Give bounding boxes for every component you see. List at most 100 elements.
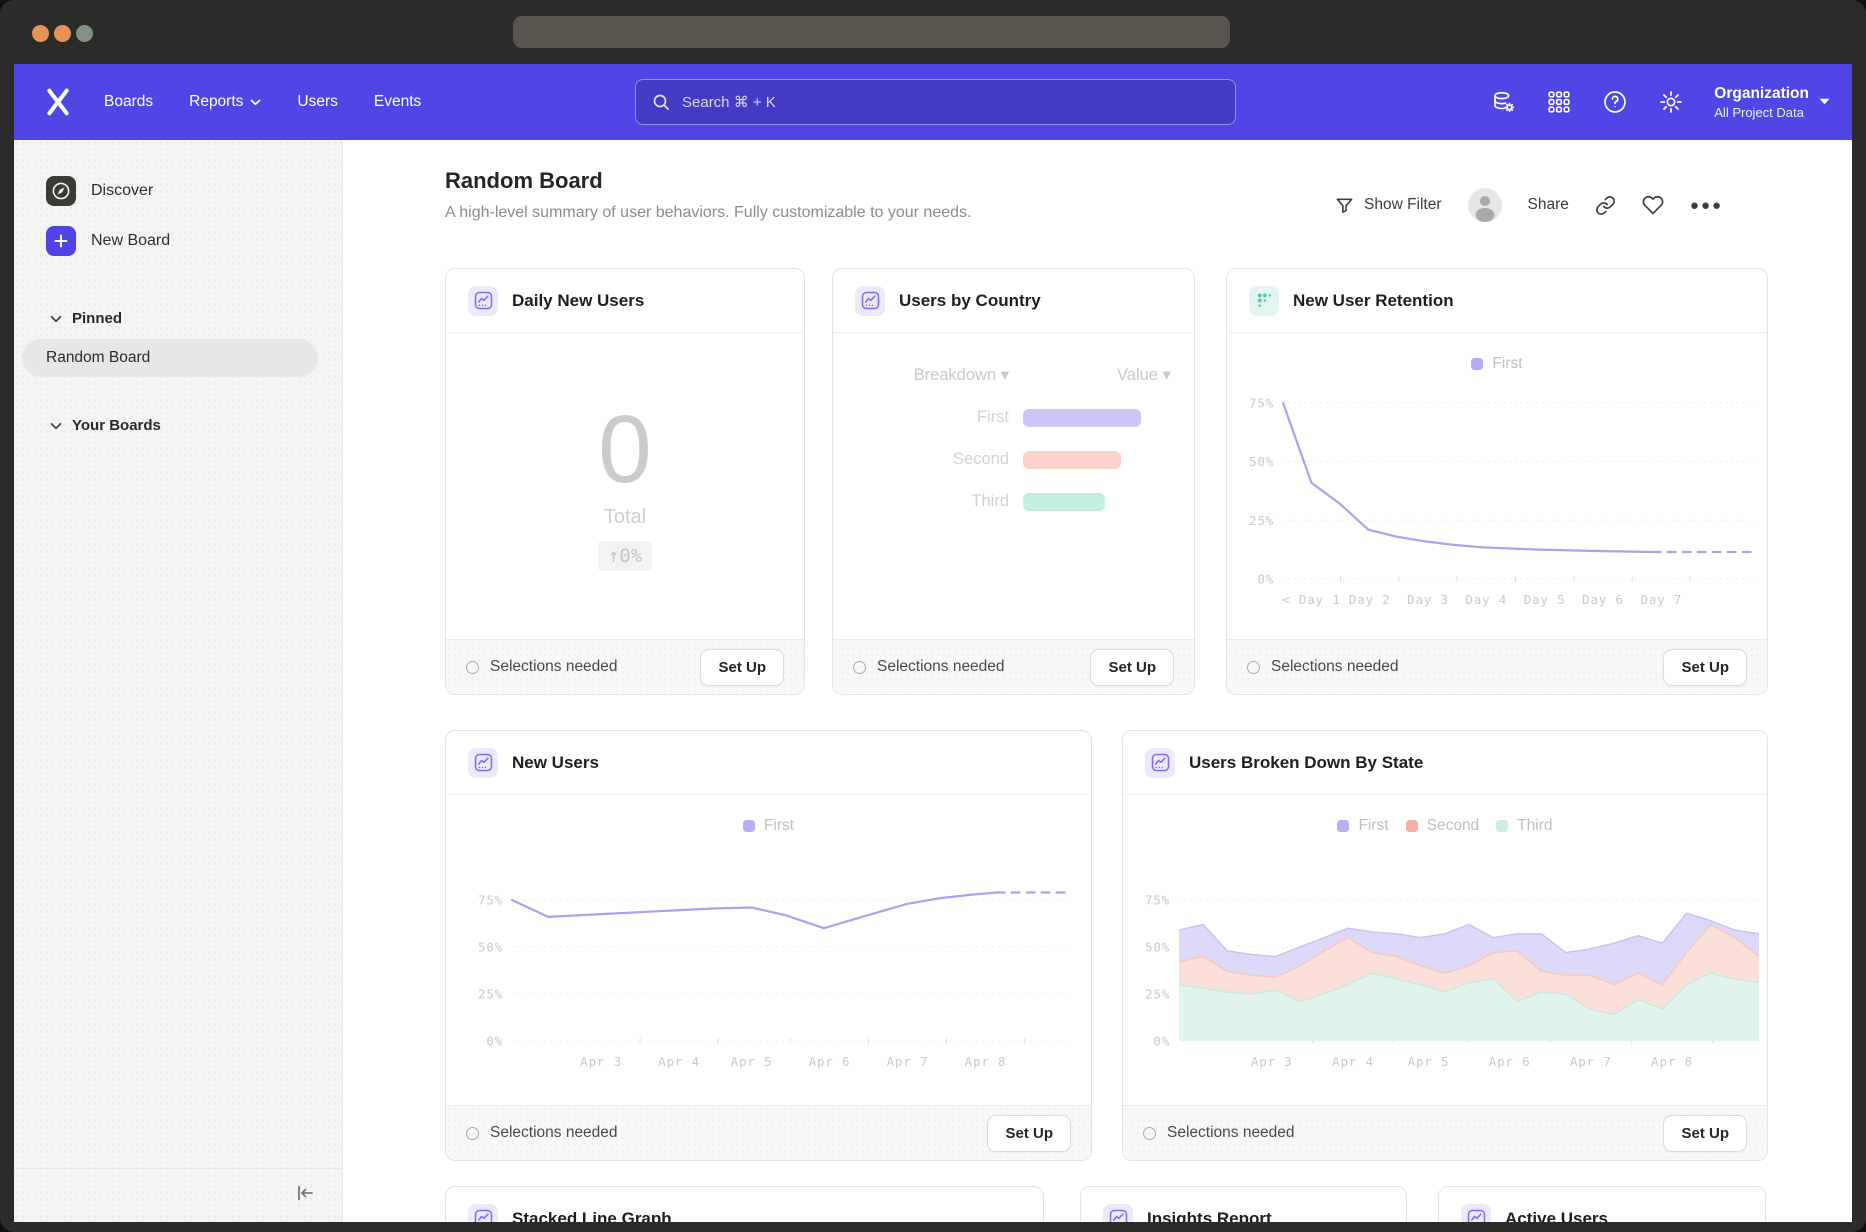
section-label: Pinned bbox=[72, 310, 122, 327]
svg-text:Day 3: Day 3 bbox=[1407, 592, 1449, 607]
status-circle-icon bbox=[466, 661, 479, 674]
svg-text:50%: 50% bbox=[478, 940, 503, 955]
org-chevron-icon bbox=[1819, 98, 1830, 105]
nav-item-boards[interactable]: Boards bbox=[104, 93, 153, 111]
legend-chip bbox=[1496, 820, 1508, 832]
status-text: Selections needed bbox=[466, 1124, 618, 1142]
svg-text:Day 6: Day 6 bbox=[1582, 592, 1624, 607]
svg-text:75%: 75% bbox=[478, 893, 503, 908]
status-circle-icon bbox=[1143, 1127, 1156, 1140]
retention-grid-icon bbox=[1249, 286, 1279, 316]
nav-item-reports[interactable]: Reports bbox=[189, 93, 261, 111]
legend-label: Second bbox=[1427, 817, 1480, 835]
window-close-button[interactable] bbox=[32, 25, 49, 42]
set-up-button[interactable]: Set Up bbox=[1663, 649, 1747, 686]
insights-chart-icon bbox=[468, 286, 498, 316]
sidebar: Discover New Board Pinned Random Board Y… bbox=[14, 140, 343, 1222]
svg-text:50%: 50% bbox=[1249, 454, 1274, 469]
chevron-down-icon bbox=[50, 315, 62, 323]
settings-gear-icon[interactable] bbox=[1658, 89, 1684, 115]
favorite-heart-icon[interactable] bbox=[1642, 194, 1664, 216]
svg-text:Apr 6: Apr 6 bbox=[809, 1054, 851, 1069]
set-up-button[interactable]: Set Up bbox=[987, 1115, 1071, 1152]
card-title[interactable]: Insights Report bbox=[1147, 1209, 1272, 1223]
sidebar-item-discover[interactable]: Discover bbox=[14, 166, 342, 216]
chart-legend: First bbox=[1227, 351, 1767, 377]
svg-text:Apr 5: Apr 5 bbox=[1408, 1054, 1450, 1069]
sidebar-item-new-board[interactable]: New Board bbox=[14, 216, 342, 266]
nav-item-users[interactable]: Users bbox=[297, 93, 337, 111]
page-title: Random Board bbox=[445, 168, 603, 194]
card-title[interactable]: New Users bbox=[512, 753, 599, 773]
page-subtitle: A high-level summary of user behaviors. … bbox=[445, 204, 971, 222]
nav-item-label: Users bbox=[297, 93, 337, 111]
card-title[interactable]: Stacked Line Graph bbox=[512, 1209, 672, 1223]
set-up-button[interactable]: Set Up bbox=[700, 649, 784, 686]
sidebar-section-pinned[interactable]: Pinned bbox=[14, 310, 342, 327]
avatar[interactable] bbox=[1468, 188, 1502, 222]
set-up-button[interactable]: Set Up bbox=[1663, 1115, 1747, 1152]
status-text: Selections needed bbox=[1247, 658, 1399, 676]
svg-text:Day 5: Day 5 bbox=[1524, 592, 1566, 607]
show-filter-button[interactable]: Show Filter bbox=[1335, 196, 1442, 215]
share-button[interactable]: Share bbox=[1528, 196, 1569, 214]
card-new-user-retention: New User Retention First 75%50%25%0%< Da… bbox=[1226, 268, 1768, 695]
legend-label: First bbox=[1492, 355, 1522, 373]
board-actions: Show Filter Share ●●● bbox=[1335, 188, 1723, 222]
data-management-icon[interactable] bbox=[1490, 89, 1516, 115]
mixpanel-logo-icon[interactable] bbox=[42, 86, 74, 118]
row-bar bbox=[1023, 409, 1141, 427]
search-input[interactable]: Search ⌘ + K bbox=[635, 79, 1236, 125]
svg-text:Day 4: Day 4 bbox=[1465, 592, 1507, 607]
set-up-button[interactable]: Set Up bbox=[1090, 649, 1174, 686]
metric-delta-badge: ↑0% bbox=[598, 541, 652, 571]
org-selector[interactable]: Organization All Project Data bbox=[1714, 84, 1830, 119]
legend-chip bbox=[1337, 820, 1349, 832]
svg-text:0%: 0% bbox=[486, 1034, 503, 1049]
legend-label: First bbox=[1358, 817, 1388, 835]
card-daily-new-users: Daily New Users 0 Total ↑0% Selections n… bbox=[445, 268, 805, 695]
window-zoom-button[interactable] bbox=[76, 25, 93, 42]
stacked-area-chart[interactable]: 75%50%25%0%Apr 3Apr 4Apr 5Apr 6Apr 7Apr … bbox=[1123, 839, 1768, 1091]
nav-item-events[interactable]: Events bbox=[374, 93, 421, 111]
sidebar-footer bbox=[14, 1168, 342, 1222]
section-label: Your Boards bbox=[72, 417, 161, 434]
filter-icon bbox=[1335, 196, 1354, 215]
more-options-icon[interactable]: ●●● bbox=[1690, 197, 1723, 214]
row-label: Second bbox=[833, 450, 1009, 469]
card-title[interactable]: Daily New Users bbox=[512, 291, 644, 311]
nav-links: Boards Reports Users Events bbox=[104, 64, 421, 140]
breakdown-column-dropdown[interactable]: Breakdown ▾ bbox=[833, 365, 1009, 385]
sidebar-section-your-boards[interactable]: Your Boards bbox=[14, 417, 342, 434]
legend-chip bbox=[743, 820, 755, 832]
new-users-line-chart[interactable]: 75%50%25%0%Apr 3Apr 4Apr 5Apr 6Apr 7Apr … bbox=[446, 839, 1092, 1091]
plus-icon bbox=[46, 226, 76, 256]
svg-text:75%: 75% bbox=[1145, 893, 1170, 908]
window-minimize-button[interactable] bbox=[54, 25, 71, 42]
value-column-dropdown[interactable]: Value ▾ bbox=[1117, 365, 1171, 385]
browser-url-bar[interactable] bbox=[513, 16, 1230, 48]
board-main: Random Board A high-level summary of use… bbox=[343, 140, 1852, 1222]
insights-chart-icon bbox=[468, 748, 498, 778]
svg-text:Apr 5: Apr 5 bbox=[731, 1054, 773, 1069]
card-title[interactable]: Active Users bbox=[1505, 1209, 1608, 1223]
sidebar-item-random-board[interactable]: Random Board bbox=[22, 339, 318, 377]
apps-grid-icon[interactable] bbox=[1546, 89, 1572, 115]
row-bar bbox=[1023, 493, 1105, 511]
org-subtitle: All Project Data bbox=[1714, 105, 1809, 120]
legend-chip bbox=[1471, 358, 1483, 370]
copy-link-icon[interactable] bbox=[1595, 195, 1616, 216]
retention-line-chart[interactable]: 75%50%25%0%< Day 1Day 2Day 3Day 4Day 5Da… bbox=[1227, 377, 1768, 627]
card-title[interactable]: Users Broken Down By State bbox=[1189, 753, 1423, 773]
card-title[interactable]: New User Retention bbox=[1293, 291, 1454, 311]
breakdown-row: Third bbox=[833, 492, 1194, 511]
compass-icon bbox=[46, 176, 76, 206]
show-filter-label: Show Filter bbox=[1364, 196, 1442, 214]
help-icon[interactable] bbox=[1602, 89, 1628, 115]
sidebar-item-label: Discover bbox=[91, 182, 153, 200]
collapse-sidebar-icon[interactable] bbox=[294, 1183, 316, 1208]
svg-text:Apr 3: Apr 3 bbox=[1251, 1054, 1293, 1069]
svg-text:75%: 75% bbox=[1249, 395, 1274, 410]
status-circle-icon bbox=[1247, 661, 1260, 674]
card-title[interactable]: Users by Country bbox=[899, 291, 1041, 311]
